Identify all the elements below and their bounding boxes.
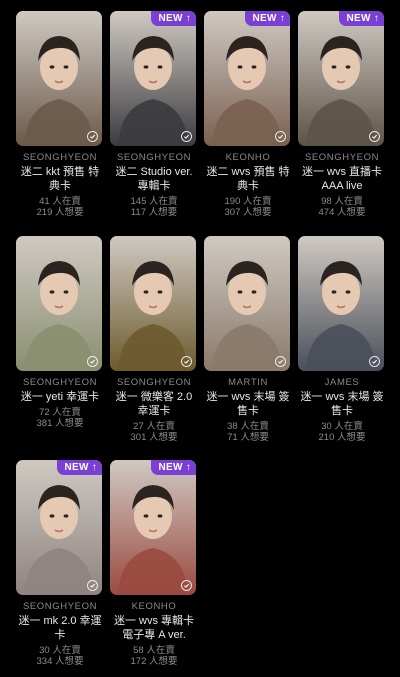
wanted-count: 172 人想要	[130, 656, 178, 667]
photocard-image[interactable]	[16, 11, 102, 146]
member-name: SEONGHYEON	[22, 152, 98, 163]
photocard-image[interactable]	[298, 236, 384, 371]
check-circle-icon[interactable]	[181, 580, 192, 591]
wanted-count: 71 人想要	[227, 432, 269, 443]
photocard-grid: SEONGHYEON 迷二 kkt 預售 特典卡 41 人在賣 219 人想要 NEW ↑…	[0, 0, 400, 677]
member-name: JAMES	[324, 377, 360, 388]
selling-count: 30 人在賣	[39, 645, 81, 656]
member-name: SEONGHYEON	[22, 377, 98, 388]
selling-count: 72 人在賣	[39, 407, 81, 418]
photocard-image[interactable]	[204, 236, 290, 371]
arrow-up-icon: ↑	[185, 13, 191, 24]
new-badge: NEW ↑	[245, 11, 290, 26]
check-circle-icon[interactable]	[369, 356, 380, 367]
selling-count: 190 人在賣	[224, 196, 272, 207]
card-title: 迷一 yeti 幸運卡	[20, 391, 100, 403]
selling-count: 41 人在賣	[39, 196, 81, 207]
photocard-item[interactable]: SEONGHYEON 迷一 微樂客 2.0 幸運卡 27 人在賣 301 人想要	[110, 236, 198, 443]
card-title: 迷一 wvs 末場 簽售卡	[206, 391, 290, 417]
photocard-item[interactable]: MARTIN 迷一 wvs 末場 簽售卡 38 人在賣 71 人想要	[204, 236, 292, 443]
card-title: 迷二 wvs 預售 特典卡	[206, 166, 290, 192]
new-badge-label: NEW	[346, 13, 371, 24]
card-title: 迷二 Studio ver. 專輯卡	[115, 166, 193, 192]
photocard-image[interactable]: NEW ↑	[204, 11, 290, 146]
check-circle-icon[interactable]	[181, 356, 192, 367]
member-name: SEONGHYEON	[22, 601, 98, 612]
card-title: 迷一 wvs 專輯卡 電子專 A ver.	[113, 615, 195, 641]
selling-count: 38 人在賣	[227, 421, 269, 432]
arrow-up-icon: ↑	[91, 462, 97, 473]
selling-count: 58 人在賣	[133, 645, 175, 656]
wanted-count: 117 人想要	[130, 207, 178, 218]
photocard-item[interactable]: NEW ↑ SEONGHYEON 迷二 Studio ver. 專輯卡 145 人在賣 1…	[110, 11, 198, 218]
selling-count: 30 人在賣	[321, 421, 363, 432]
check-circle-icon[interactable]	[181, 131, 192, 142]
photocard-item[interactable]: NEW ↑ SEONGHYEON 迷一 mk 2.0 幸運卡 30 人在賣 334 人想要	[16, 460, 104, 667]
new-badge-label: NEW	[158, 462, 183, 473]
member-name: KEONHO	[131, 601, 177, 612]
member-name: SEONGHYEON	[304, 152, 380, 163]
check-circle-icon[interactable]	[369, 131, 380, 142]
new-badge-label: NEW	[252, 13, 277, 24]
photocard-item[interactable]: NEW ↑ KEONHO 迷二 wvs 預售 特典卡 190 人在賣 307 人想要	[204, 11, 292, 218]
photocard-image[interactable]: NEW ↑	[16, 460, 102, 595]
photocard-item[interactable]: SEONGHYEON 迷二 kkt 預售 特典卡 41 人在賣 219 人想要	[16, 11, 104, 218]
member-name: MARTIN	[228, 377, 268, 388]
new-badge: NEW ↑	[151, 11, 196, 26]
card-title: 迷二 kkt 預售 特典卡	[20, 166, 100, 192]
wanted-count: 301 人想要	[130, 432, 178, 443]
arrow-up-icon: ↑	[373, 13, 379, 24]
member-name: SEONGHYEON	[116, 152, 192, 163]
check-circle-icon[interactable]	[275, 131, 286, 142]
photocard-item[interactable]: SEONGHYEON 迷一 yeti 幸運卡 72 人在賣 381 人想要	[16, 236, 104, 429]
arrow-up-icon: ↑	[185, 462, 191, 473]
check-circle-icon[interactable]	[87, 131, 98, 142]
new-badge: NEW ↑	[339, 11, 384, 26]
card-title: 迷一 wvs 末場 簽售卡	[300, 391, 384, 417]
photocard-image[interactable]: NEW ↑	[298, 11, 384, 146]
check-circle-icon[interactable]	[275, 356, 286, 367]
wanted-count: 334 人想要	[36, 656, 84, 667]
photocard-image[interactable]: NEW ↑	[110, 460, 196, 595]
new-badge-label: NEW	[158, 13, 183, 24]
check-circle-icon[interactable]	[87, 580, 98, 591]
new-badge: NEW ↑	[57, 460, 102, 475]
selling-count: 27 人在賣	[133, 421, 175, 432]
wanted-count: 219 人想要	[36, 207, 84, 218]
photocard-item[interactable]: NEW ↑ SEONGHYEON 迷一 wvs 直播卡 AAA live 98 人在賣 4…	[298, 11, 386, 218]
wanted-count: 381 人想要	[36, 418, 84, 429]
wanted-count: 307 人想要	[224, 207, 272, 218]
photocard-item[interactable]: JAMES 迷一 wvs 末場 簽售卡 30 人在賣 210 人想要	[298, 236, 386, 443]
check-circle-icon[interactable]	[87, 356, 98, 367]
selling-count: 98 人在賣	[321, 196, 363, 207]
member-name: SEONGHYEON	[116, 377, 192, 388]
photocard-image[interactable]	[16, 236, 102, 371]
card-title: 迷一 微樂客 2.0 幸運卡	[115, 391, 193, 417]
photocard-image[interactable]: NEW ↑	[110, 11, 196, 146]
card-title: 迷一 wvs 直播卡 AAA live	[301, 166, 383, 192]
selling-count: 145 人在賣	[130, 196, 178, 207]
member-name: KEONHO	[225, 152, 271, 163]
wanted-count: 210 人想要	[318, 432, 366, 443]
photocard-image[interactable]	[110, 236, 196, 371]
card-title: 迷一 mk 2.0 幸運卡	[18, 615, 102, 641]
arrow-up-icon: ↑	[279, 13, 285, 24]
photocard-item[interactable]: NEW ↑ KEONHO 迷一 wvs 專輯卡 電子專 A ver. 58 人在賣 172…	[110, 460, 198, 667]
wanted-count: 474 人想要	[318, 207, 366, 218]
new-badge-label: NEW	[64, 462, 89, 473]
new-badge: NEW ↑	[151, 460, 196, 475]
